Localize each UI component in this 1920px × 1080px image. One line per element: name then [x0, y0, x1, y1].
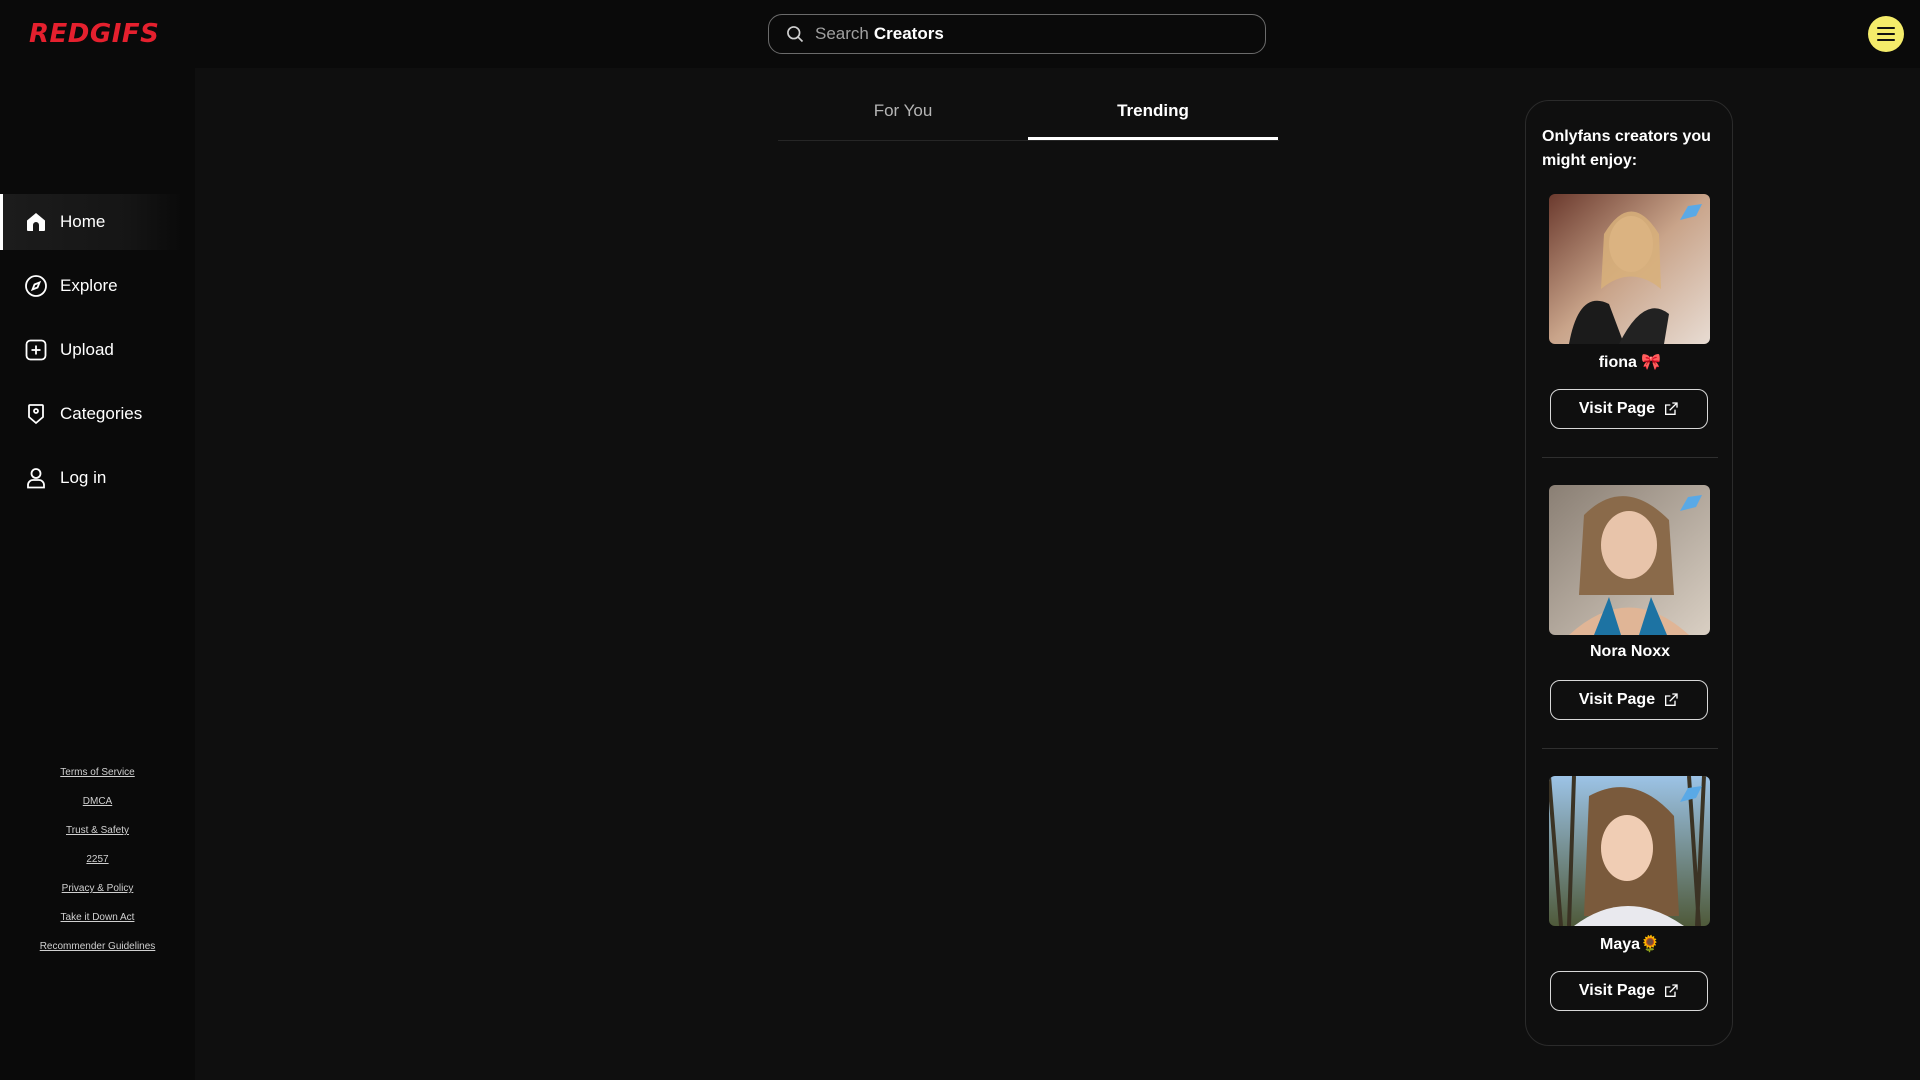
sidebar-item-label: Log in — [60, 468, 107, 487]
menu-button[interactable] — [1868, 16, 1904, 52]
take-it-down-act-link[interactable]: Take it Down Act — [0, 903, 195, 932]
recommender-guidelines-link[interactable]: Recommender Guidelines — [0, 932, 195, 961]
plus-square-icon — [24, 338, 48, 362]
recommendations-title: Onlyfans creators you might enjoy: — [1542, 128, 1711, 169]
sidebar-item-label: Explore — [60, 276, 118, 295]
visit-page-label: Visit Page — [1578, 400, 1656, 417]
external-link-icon — [1665, 984, 1678, 997]
verified-badge-icon — [1680, 495, 1702, 511]
search-icon — [787, 26, 804, 43]
creator-name: Nora Noxx — [1589, 643, 1671, 660]
redgifs-logo[interactable]: REDGIFS — [29, 19, 159, 49]
top-bar: REDGIFS Search Creators — [0, 0, 1920, 68]
external-link-icon — [1665, 693, 1678, 706]
privacy-policy-link[interactable]: Privacy & Policy — [0, 874, 195, 903]
trust-safety-link[interactable]: Trust & Safety — [0, 816, 195, 845]
sidebar-item-label: Home — [60, 212, 106, 231]
visit-page-button[interactable]: Visit Page — [1550, 680, 1708, 720]
sidebar-item-home[interactable]: Home — [0, 194, 183, 250]
sidebar-item-label: Upload — [60, 340, 114, 359]
visit-page-button[interactable]: Visit Page — [1550, 389, 1708, 429]
tab-for-you[interactable]: For You — [778, 90, 1028, 140]
sidebar-item-upload[interactable]: Upload — [0, 322, 183, 378]
feed-tabs: For You Trending — [778, 90, 1279, 141]
sidebar: Home Explore Upload Categories Log in Te… — [0, 68, 195, 1080]
visit-page-label: Visit Page — [1578, 982, 1656, 999]
sidebar-item-categories[interactable]: Categories — [0, 386, 183, 442]
creator-thumbnail[interactable] — [1549, 776, 1710, 926]
home-icon — [24, 210, 48, 234]
sidebar-item-explore[interactable]: Explore — [0, 258, 183, 314]
search-input[interactable]: Search Creators — [768, 14, 1266, 54]
footer-links: Terms of Service DMCA Trust & Safety 225… — [0, 758, 195, 961]
creator-thumbnail[interactable] — [1549, 194, 1710, 344]
terms-of-service-link[interactable]: Terms of Service — [0, 758, 195, 787]
search-placeholder: Search — [815, 24, 869, 43]
tab-trending[interactable]: Trending — [1028, 90, 1278, 140]
verified-badge-icon — [1680, 204, 1702, 220]
creator-name: fiona 🎀 — [1598, 354, 1662, 371]
creator-name: Maya🌻 — [1600, 936, 1660, 953]
search-placeholder-category: Creators — [873, 24, 944, 43]
user-icon — [24, 466, 48, 490]
visit-page-label: Visit Page — [1578, 691, 1656, 708]
visit-page-button[interactable]: Visit Page — [1550, 971, 1708, 1011]
divider — [1542, 748, 1718, 749]
external-link-icon — [1665, 402, 1678, 415]
creator-recommendations-panel: Onlyfans creators you might enjoy: fiona… — [1525, 100, 1733, 1046]
2257-link[interactable]: 2257 — [0, 845, 195, 874]
divider — [1542, 457, 1718, 458]
verified-badge-icon — [1680, 786, 1702, 802]
sidebar-item-login[interactable]: Log in — [0, 450, 183, 506]
hamburger-icon — [1877, 27, 1895, 41]
tag-icon — [24, 402, 48, 426]
sidebar-item-label: Categories — [60, 404, 143, 423]
compass-icon — [24, 274, 48, 298]
dmca-link[interactable]: DMCA — [0, 787, 195, 816]
creator-thumbnail[interactable] — [1549, 485, 1710, 635]
